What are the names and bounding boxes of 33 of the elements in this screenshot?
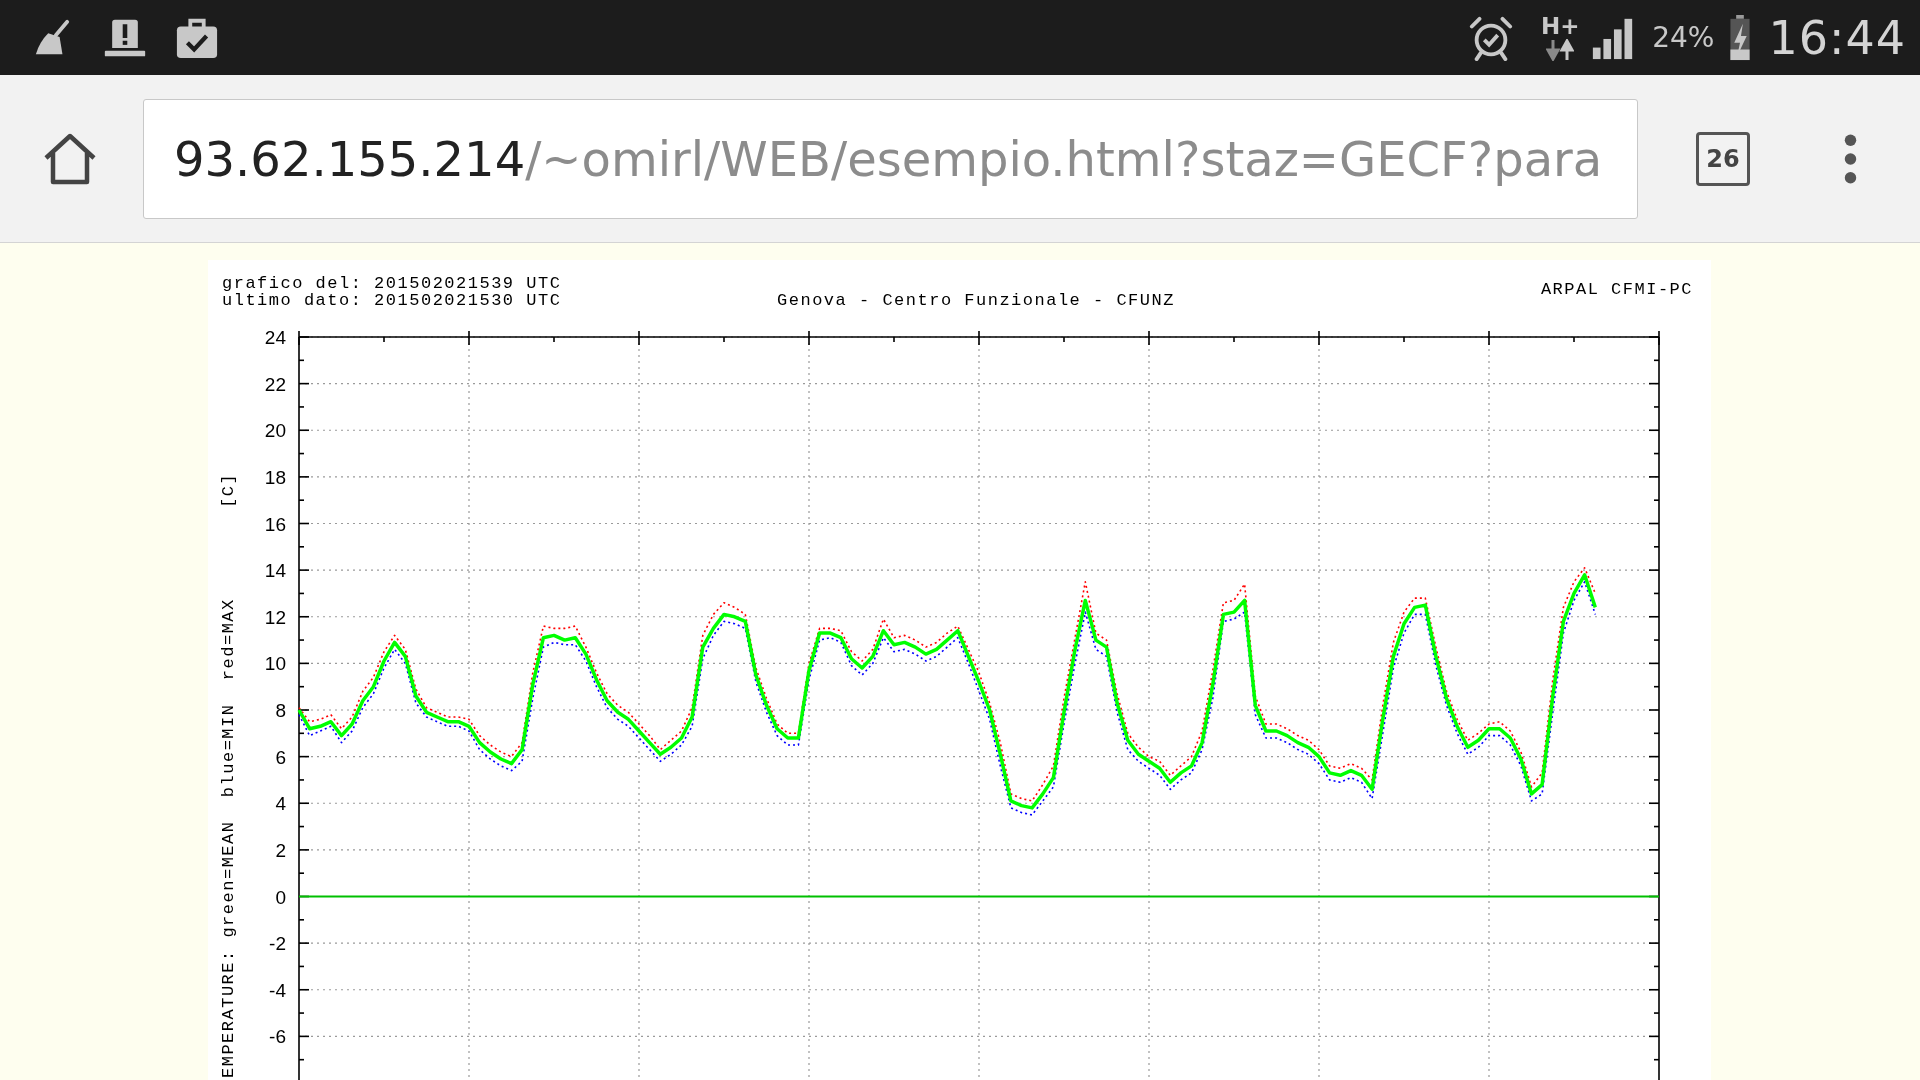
broom-icon	[33, 18, 71, 57]
url-field[interactable]: 93.62.155.214/~omirl/WEB/esempio.html?staz=GECF?para	[143, 98, 1638, 219]
y-tick-label: 14	[264, 560, 286, 582]
y-tick-label: 2	[275, 839, 286, 861]
y-tick-label: 0	[275, 886, 286, 908]
y-tick-label: 16	[264, 513, 286, 535]
y-tick-label: 4	[275, 793, 286, 815]
chart-source: ARPAL CFMI-PC	[1540, 280, 1693, 299]
chart-info-text: grafico del: 201502021539 UTC	[222, 274, 562, 293]
battery-charging-icon	[1728, 14, 1753, 61]
data-arrows-icon	[1546, 38, 1575, 61]
chart-info-text: ultimo dato: 201502021530 UTC	[222, 291, 562, 310]
tab-count-button[interactable]: 26	[1696, 131, 1750, 186]
y-tick-label: -2	[269, 933, 286, 955]
chart-title: Genova - Centro Funzionale - CFUNZ	[777, 291, 1175, 310]
y-tick-label: 18	[264, 466, 286, 488]
y-tick-label: -4	[269, 979, 286, 1001]
y-tick-label: 12	[264, 606, 286, 628]
unit-label: [C]	[219, 472, 238, 508]
y-axis-title: EMPERATURE: green=MEAN blue=MIN red=MAX	[219, 598, 238, 1078]
y-tick-label: 20	[264, 420, 286, 442]
clock-time: 16:44	[1768, 10, 1906, 65]
alarm-clock-icon	[1468, 14, 1515, 61]
y-tick-label: -6	[269, 1026, 286, 1048]
home-icon	[42, 132, 98, 185]
y-tick-label: 6	[275, 746, 286, 768]
y-tick-label: 24	[264, 327, 286, 348]
y-tick-label: 10	[264, 653, 286, 675]
more-vertical-icon	[1843, 133, 1857, 184]
y-tick-label: 22	[264, 373, 286, 395]
network-type-label: H+	[1540, 14, 1580, 37]
battery-percent: 24%	[1652, 21, 1715, 54]
y-tick-label: 8	[275, 700, 286, 721]
